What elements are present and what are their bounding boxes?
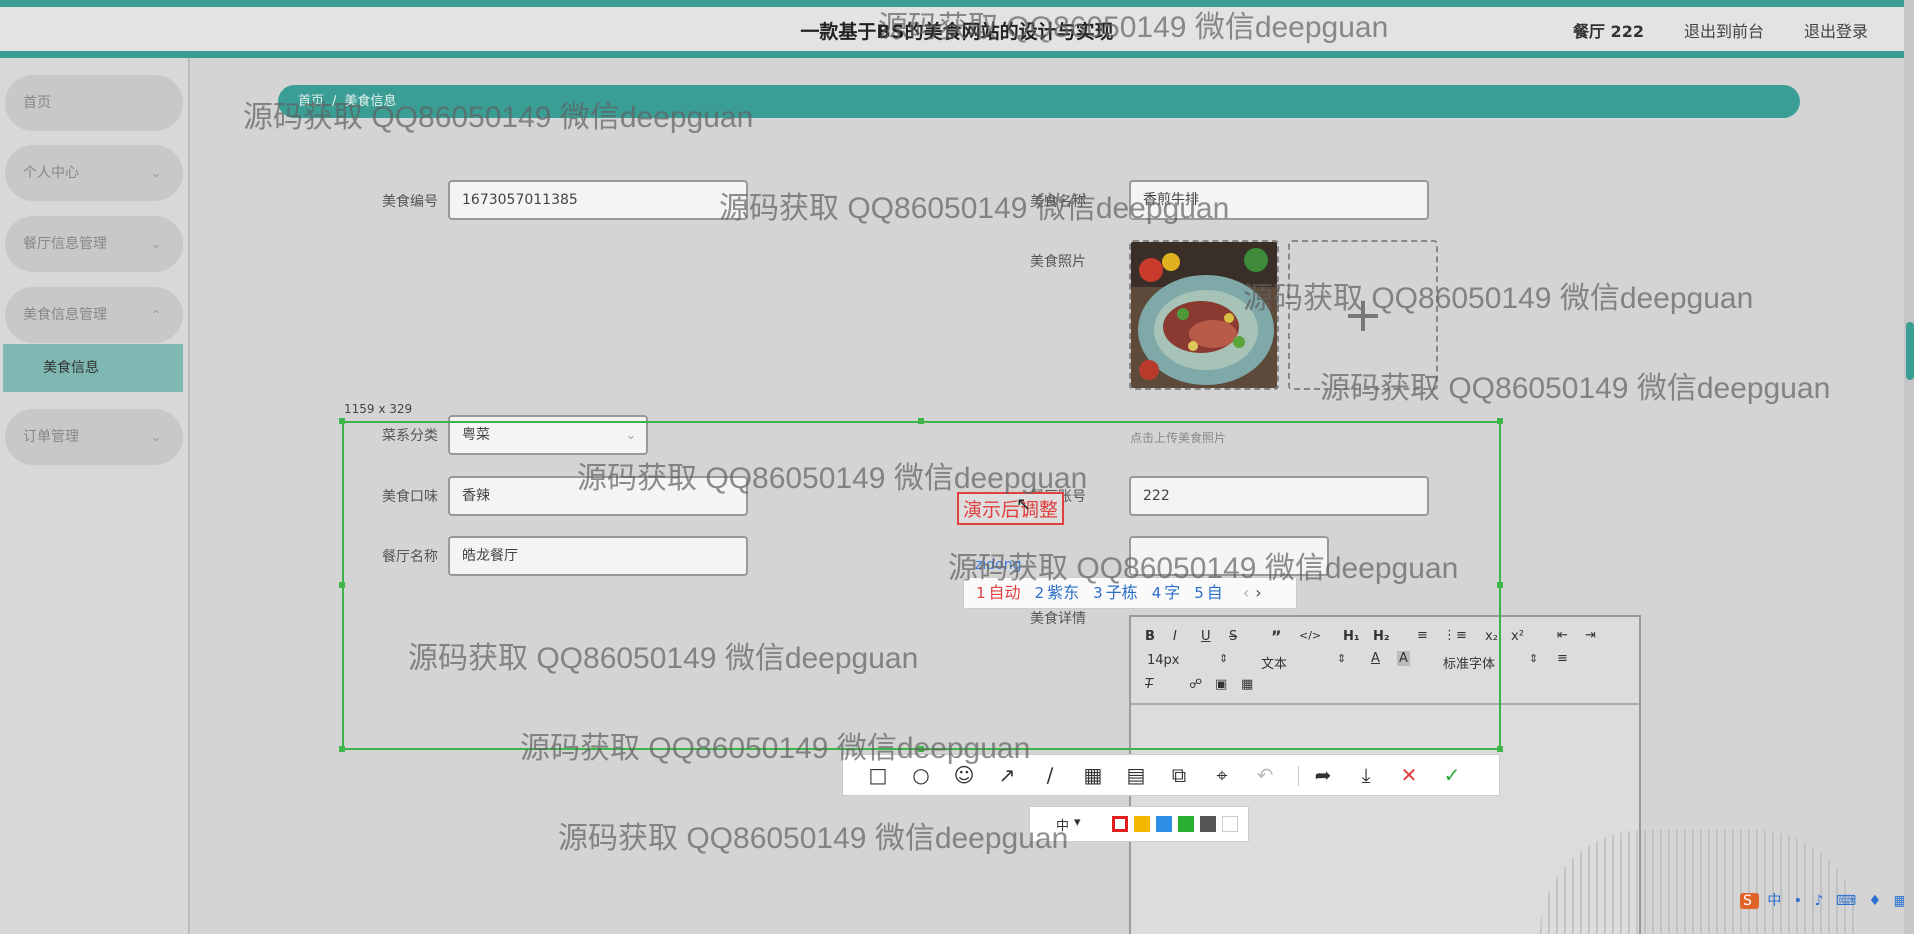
sidebar-subitem-food-info[interactable]: 美食信息	[3, 344, 183, 392]
color-swatch-white[interactable]	[1222, 816, 1238, 832]
color-swatch-yellow[interactable]	[1134, 816, 1150, 832]
sidebar-item-label: 美食信息管理	[23, 307, 107, 323]
indent-icon[interactable]: ⇥	[1585, 628, 1596, 643]
chevron-up-icon: ⌃	[150, 308, 161, 322]
logout-link[interactable]: 退出登录	[1804, 18, 1868, 42]
watermark: 源码获取 QQ86050149 微信deepguan	[948, 552, 1459, 585]
confirm-check-icon[interactable]: ✓	[1439, 763, 1465, 787]
scrollbar-thumb[interactable]	[1906, 322, 1914, 380]
food-id-input[interactable]: 1673057011385	[448, 180, 748, 220]
mouse-cursor-icon: ↖	[1016, 494, 1032, 515]
color-swatch-blue[interactable]	[1156, 816, 1172, 832]
copy-tool-icon[interactable]: ⧉	[1166, 763, 1192, 787]
chevron-down-icon: ⌄	[150, 430, 161, 444]
punctuation-icon[interactable]: •	[1794, 893, 1806, 909]
chevron-down-icon: ⌄	[150, 237, 161, 251]
outdent-icon[interactable]: ⇤	[1557, 628, 1568, 643]
watermark: 源码获取 QQ86050149 微信deepguan	[1243, 282, 1754, 315]
sidebar-item-orders[interactable]: 订单管理 ⌄	[5, 409, 183, 465]
capture-handle[interactable]	[1497, 582, 1503, 588]
ocr-tool-icon[interactable]: ⌖	[1209, 763, 1235, 787]
close-icon[interactable]: ✕	[1396, 763, 1422, 787]
toolbar-divider	[1298, 766, 1299, 786]
capture-handle[interactable]	[1497, 418, 1503, 424]
back-to-front-link[interactable]: 退出到前台	[1684, 18, 1764, 42]
watermark: 源码获取 QQ86050149 微信deepguan	[1320, 372, 1831, 405]
capture-handle[interactable]	[339, 418, 345, 424]
sidebar-item-home[interactable]: 首页	[5, 75, 183, 131]
top-links: 餐厅 222 退出到前台 退出登录	[1573, 18, 1868, 42]
sogou-ime-icon[interactable]: S	[1740, 893, 1759, 909]
system-tray: S 中 • ♪ ⌨ ♦ ▦	[1740, 890, 1911, 910]
ime-mode-label[interactable]: 中	[1767, 893, 1785, 909]
skin-icon[interactable]: ♦	[1869, 893, 1886, 909]
undo-icon[interactable]: ↶	[1252, 763, 1278, 787]
microphone-icon[interactable]: ♪	[1815, 893, 1828, 909]
decorative-pattern	[1540, 830, 1860, 934]
superscript-icon[interactable]: x²	[1511, 629, 1524, 644]
watermark: 源码获取 QQ86050149 微信deepguan	[558, 822, 1069, 855]
sidebar-item-label: 个人中心	[23, 165, 79, 181]
mosaic-tool-icon[interactable]: ▦	[1080, 763, 1106, 787]
watermark: 源码获取 QQ86050149 微信deepguan	[243, 101, 754, 134]
color-swatch-gray[interactable]	[1200, 816, 1216, 832]
color-swatch-red[interactable]	[1112, 816, 1128, 832]
sidebar: 首页 个人中心 ⌄ 餐厅信息管理 ⌄ 美食信息管理 ⌃ 美食信息 订单管理 ⌄	[0, 58, 190, 934]
capture-handle[interactable]	[918, 418, 924, 424]
capture-size-label: 1159 x 329	[344, 402, 413, 416]
text-tool-icon[interactable]: ▤	[1123, 763, 1149, 787]
capture-handle[interactable]	[1497, 746, 1503, 752]
chevron-updown-icon: ⇕	[1529, 652, 1539, 665]
download-icon[interactable]: ⤓	[1353, 763, 1379, 787]
sidebar-item-food-info-management[interactable]: 美食信息管理 ⌃	[5, 287, 183, 343]
watermark: 源码获取 QQ86050149 微信deepguan	[719, 192, 1230, 225]
watermark: 源码获取 QQ86050149 微信deepguan	[520, 732, 1031, 765]
food-photo-label: 美食照片	[1030, 254, 1086, 270]
chevron-down-icon: ⌄	[150, 166, 161, 180]
food-id-label: 美食编号	[382, 194, 438, 210]
keyboard-icon[interactable]: ⌨	[1836, 893, 1860, 909]
color-swatch-green[interactable]	[1178, 816, 1194, 832]
watermark: 源码获取 QQ86050149 微信deepguan	[577, 462, 1088, 495]
align-icon[interactable]: ≡	[1557, 651, 1568, 666]
line-tool-icon[interactable]: ∕	[1037, 763, 1063, 787]
capture-handle[interactable]	[339, 582, 345, 588]
sidebar-item-label: 订单管理	[23, 429, 79, 445]
page-scrollbar[interactable]	[1904, 0, 1914, 934]
share-icon[interactable]: ➦	[1310, 763, 1336, 787]
capture-handle[interactable]	[339, 746, 345, 752]
sidebar-item-label: 首页	[23, 95, 51, 111]
watermark: 源码获取 QQ86050149 微信deepguan	[408, 642, 919, 675]
current-user: 餐厅 222	[1572, 22, 1644, 41]
sidebar-item-personal-center[interactable]: 个人中心 ⌄	[5, 145, 183, 201]
chevron-down-icon: ▾	[1074, 815, 1081, 830]
watermark: 源码获取 QQ86050149 微信deepguan	[878, 11, 1389, 44]
sidebar-item-restaurant-info[interactable]: 餐厅信息管理 ⌄	[5, 216, 183, 272]
sidebar-subitem-label: 美食信息	[43, 360, 99, 376]
sidebar-item-label: 餐厅信息管理	[23, 236, 107, 252]
